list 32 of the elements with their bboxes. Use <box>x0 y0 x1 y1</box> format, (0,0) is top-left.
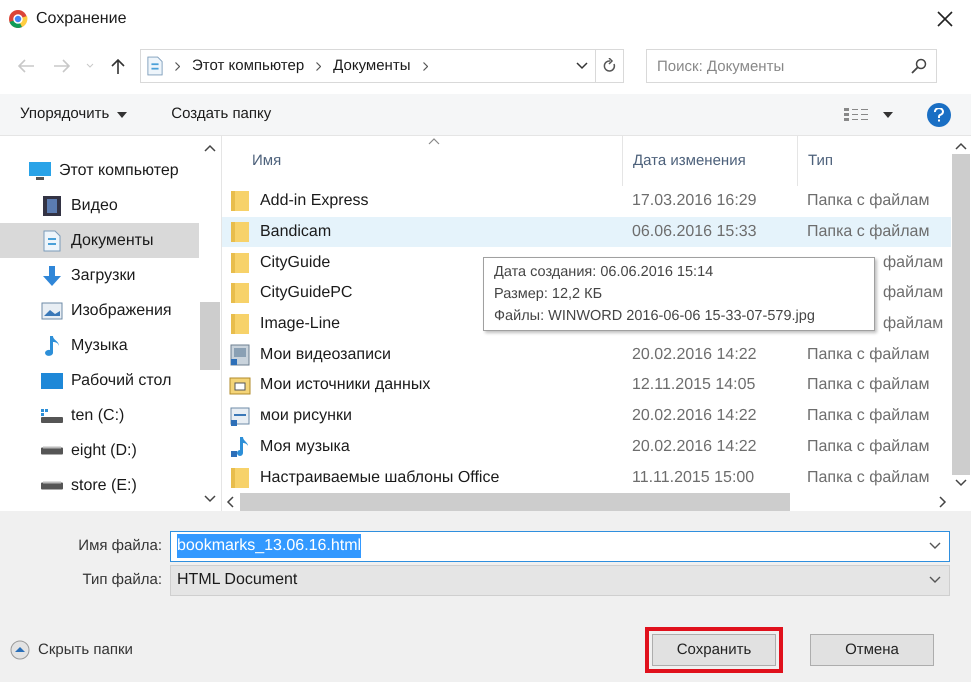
file-name: Моя музыка <box>260 436 350 457</box>
date-cell: 17.03.2016 16:29 <box>632 192 757 210</box>
tooltip-line: Размер: 12,2 КБ <box>494 285 604 304</box>
file-name: Image-Line <box>260 314 340 334</box>
file-name: CityGuide <box>260 252 330 273</box>
field-label: Тип файла: <box>82 570 163 590</box>
date-cell: 20.02.2016 14:22 <box>632 438 757 455</box>
type-cell: Папка с файлам <box>807 468 930 486</box>
type-cell: Папка с файлам <box>807 376 930 394</box>
tooltip-line: Файлы: WINWORD 2016-06-06 15-33-07-579.jpg <box>494 307 816 326</box>
file-name: CityGuidePC <box>260 283 352 304</box>
type-cell-text: файлам <box>882 254 944 271</box>
window-title: Сохранение <box>36 9 126 29</box>
type-cell-text: файлам <box>882 284 944 302</box>
file-name: Настраиваемые шаблоны Office <box>260 468 500 488</box>
file-name: Мои источники данных <box>260 375 430 396</box>
date-cell: 12.11.2015 14:05 <box>632 376 756 394</box>
date-cell: 20.02.2016 14:22 <box>632 407 757 424</box>
field-label: Имя файла: <box>77 536 163 556</box>
file-name: Add-in Express <box>260 191 368 212</box>
type-cell: Папка с файлам <box>807 407 930 424</box>
tooltip-line: Дата создания: 06.06.2016 15:14 <box>494 263 714 282</box>
type-cell: Папка с файлам <box>807 192 930 210</box>
file-name: Bandicam <box>260 222 332 242</box>
date-cell: 11.11.2015 15:00 <box>632 468 754 486</box>
type-cell: Папка с файлам <box>807 438 930 455</box>
type-cell: Папка с файлам <box>807 223 930 240</box>
type-cell: Папка с файлам <box>807 346 930 363</box>
date-cell: 06.06.2016 15:33 <box>632 223 757 240</box>
file-name: мои рисунки <box>260 406 352 426</box>
file-name: Мои видеозаписи <box>260 344 391 365</box>
date-cell: 20.02.2016 14:22 <box>632 346 757 363</box>
